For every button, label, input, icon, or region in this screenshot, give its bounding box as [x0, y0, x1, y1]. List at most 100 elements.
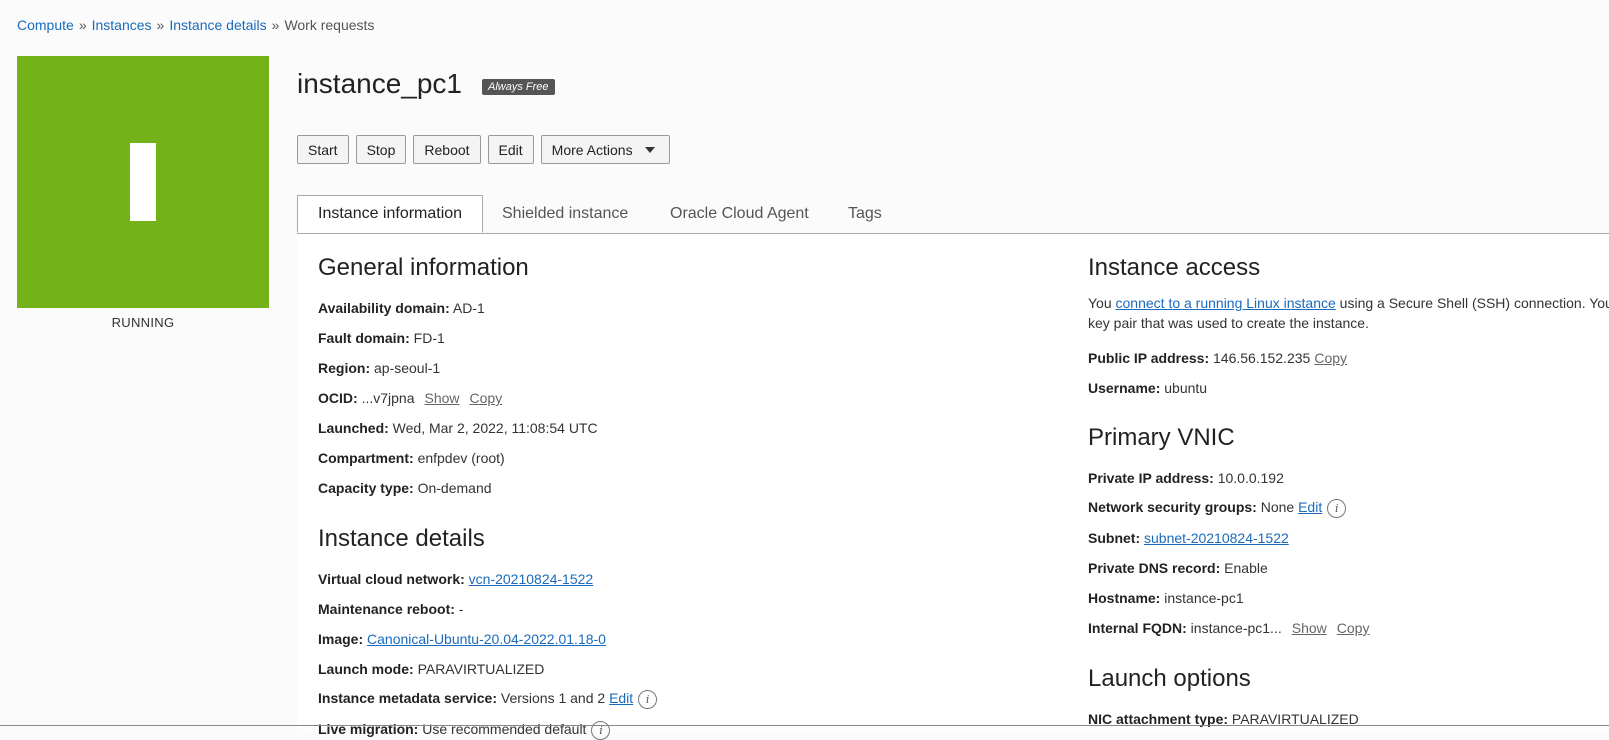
- more-actions-button[interactable]: More Actions: [540, 135, 670, 164]
- launch-options-heading: Launch options: [1088, 665, 1251, 692]
- metadata-service-row: Instance metadata service: Versions 1 an…: [318, 690, 658, 709]
- vcn-link[interactable]: vcn-20210824-1522: [469, 571, 594, 587]
- region-row: Region: ap-seoul-1: [318, 360, 440, 376]
- field-label: Public IP address:: [1088, 350, 1210, 366]
- info-icon[interactable]: i: [638, 690, 658, 709]
- field-label: Fault domain:: [318, 330, 410, 346]
- field-label: Live migration:: [318, 721, 419, 738]
- ocid-row: OCID: ...v7jpna Show Copy: [318, 390, 502, 406]
- fqdn-copy-link[interactable]: Copy: [1337, 620, 1370, 636]
- field-value: ...v7jpna: [361, 390, 415, 406]
- breadcrumb: Compute» Instances» Instance details» Work …: [17, 17, 374, 33]
- primary-vnic-heading: Primary VNIC: [1088, 424, 1235, 451]
- viewport-bottom-divider: [0, 725, 1609, 726]
- field-label: Maintenance reboot:: [318, 601, 455, 617]
- field-label: OCID:: [318, 390, 358, 406]
- edit-button[interactable]: Edit: [487, 135, 534, 164]
- field-value: Use recommended default: [422, 721, 587, 738]
- status-text: RUNNING: [111, 315, 175, 330]
- field-value: Versions 1 and 2: [500, 690, 606, 707]
- field-value: instance-pc1: [1164, 590, 1244, 606]
- field-value: On-demand: [417, 480, 492, 496]
- connect-linux-instance-link[interactable]: connect to a running Linux instance: [1116, 295, 1336, 311]
- field-value: FD-1: [413, 330, 445, 346]
- username-row: Username: ubuntu: [1088, 380, 1207, 396]
- field-value: 146.56.152.235: [1213, 350, 1311, 366]
- field-label: Compartment:: [318, 450, 414, 466]
- field-value: 10.0.0.192: [1217, 470, 1284, 486]
- instance-status-tile: [17, 56, 269, 308]
- tab-shielded-instance[interactable]: Shielded instance: [502, 195, 628, 233]
- instance-access-heading: Instance access: [1088, 254, 1261, 281]
- instance-access-description: You connect to a running Linux instance …: [1088, 293, 1609, 333]
- field-label: Private IP address:: [1088, 470, 1214, 486]
- tab-bar: Instance information Shielded instance O…: [297, 195, 1609, 234]
- field-label: Network security groups:: [1088, 499, 1257, 516]
- breadcrumb-separator: »: [156, 17, 165, 33]
- field-value: AD-1: [452, 300, 485, 316]
- field-label: Virtual cloud network:: [318, 571, 465, 587]
- access-text-line2: key pair that was used to create the ins…: [1088, 315, 1369, 331]
- private-dns-row: Private DNS record: Enable: [1088, 560, 1268, 576]
- start-button[interactable]: Start: [297, 135, 349, 164]
- subnet-link[interactable]: subnet-20210824-1522: [1144, 530, 1289, 546]
- access-text-after: using a Secure Shell (SSH) connection. Y…: [1335, 295, 1609, 311]
- tab-instance-information[interactable]: Instance information: [297, 195, 484, 233]
- always-free-badge: Always Free: [482, 79, 555, 95]
- tab-tags[interactable]: Tags: [848, 195, 882, 233]
- fqdn-row: Internal FQDN: instance-pc1... Show Copy: [1088, 620, 1369, 636]
- breadcrumb-separator: »: [271, 17, 280, 33]
- field-value: Enable: [1224, 560, 1268, 576]
- field-label: Instance metadata service:: [318, 690, 497, 707]
- field-value: ap-seoul-1: [374, 360, 441, 376]
- reboot-button[interactable]: Reboot: [413, 135, 481, 164]
- field-value: ubuntu: [1164, 380, 1208, 396]
- breadcrumb-instances[interactable]: Instances: [92, 17, 152, 33]
- field-label: Region:: [318, 360, 371, 376]
- field-value: -: [458, 601, 464, 617]
- subnet-row: Subnet: subnet-20210824-1522: [1088, 530, 1289, 546]
- more-actions-label: More Actions: [551, 141, 633, 158]
- field-label: Internal FQDN:: [1088, 620, 1187, 636]
- nsg-row: Network security groups: None Edit i: [1088, 499, 1347, 518]
- field-value: None: [1260, 499, 1295, 516]
- image-link[interactable]: Canonical-Ubuntu-20.04-2022.01.18-0: [367, 631, 606, 647]
- private-ip-row: Private IP address: 10.0.0.192: [1088, 470, 1284, 486]
- instance-details-heading: Instance details: [318, 525, 485, 552]
- metadata-service-edit-link[interactable]: Edit: [609, 690, 633, 706]
- breadcrumb-separator: »: [78, 17, 87, 33]
- field-label: Capacity type:: [318, 480, 414, 496]
- caret-down-icon: [644, 146, 655, 153]
- field-label: Username:: [1088, 380, 1161, 396]
- tab-oracle-cloud-agent[interactable]: Oracle Cloud Agent: [670, 195, 809, 233]
- ocid-copy-link[interactable]: Copy: [470, 390, 503, 406]
- field-label: Private DNS record:: [1088, 560, 1221, 576]
- nsg-edit-link[interactable]: Edit: [1298, 499, 1322, 515]
- breadcrumb-compute[interactable]: Compute: [17, 17, 74, 33]
- action-toolbar: Start Stop Reboot Edit More Actions: [297, 135, 670, 164]
- public-ip-copy-link[interactable]: Copy: [1314, 350, 1347, 366]
- field-value: instance-pc1...: [1190, 620, 1282, 636]
- info-icon[interactable]: i: [591, 721, 611, 740]
- stop-button[interactable]: Stop: [355, 135, 407, 164]
- breadcrumb-current: Work requests: [284, 17, 375, 33]
- fault-domain-row: Fault domain: FD-1: [318, 330, 445, 346]
- field-value: Wed, Mar 2, 2022, 11:08:54 UTC: [392, 420, 598, 436]
- field-label: Launched:: [318, 420, 389, 436]
- launch-mode-row: Launch mode: PARAVIRTUALIZED: [318, 661, 544, 677]
- fqdn-show-link[interactable]: Show: [1292, 620, 1327, 636]
- maintenance-reboot-row: Maintenance reboot: -: [318, 601, 463, 617]
- instance-letter-icon: [130, 143, 156, 221]
- field-label: Launch mode:: [318, 661, 414, 677]
- field-value: enfpdev (root): [417, 450, 505, 466]
- breadcrumb-instance-details[interactable]: Instance details: [169, 17, 266, 33]
- instance-information-panel: General information Availability domain:…: [297, 234, 1609, 740]
- ocid-show-link[interactable]: Show: [425, 390, 460, 406]
- launched-row: Launched: Wed, Mar 2, 2022, 11:08:54 UTC: [318, 420, 598, 436]
- general-information-heading: General information: [318, 254, 529, 281]
- field-label: Hostname:: [1088, 590, 1161, 606]
- info-icon[interactable]: i: [1327, 499, 1347, 518]
- field-label: Image:: [318, 631, 364, 647]
- public-ip-row: Public IP address: 146.56.152.235 Copy: [1088, 350, 1347, 366]
- capacity-type-row: Capacity type: On-demand: [318, 480, 492, 496]
